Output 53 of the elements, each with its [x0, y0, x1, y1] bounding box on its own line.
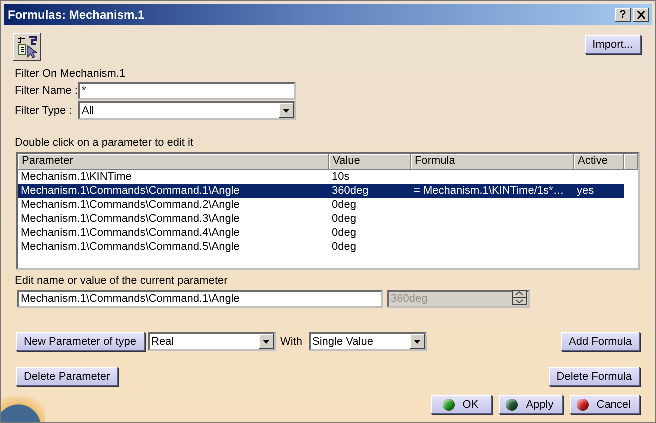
table-cell-text: 0deg	[331, 212, 356, 226]
table-row[interactable]: Mechanism.1\Commands\Command.1\Angle 360deg = Mechanism.1\KINTime/1s*… yes	[18, 184, 624, 198]
value-type-dropdown[interactable]: Single Value	[308, 332, 426, 351]
table-row[interactable]: Mechanism.1\Commands\Command.5\Angle 0deg	[18, 240, 624, 254]
corner-decoration-drawing	[1, 396, 45, 422]
table-row[interactable]: Mechanism.1\Commands\Command.3\Angle 0deg	[18, 212, 624, 226]
dialog-button[interactable]: OK	[431, 395, 492, 414]
table-cell-text: Mechanism.1\Commands\Command.4\Angle	[20, 226, 240, 240]
column-header[interactable]: Active	[574, 154, 624, 170]
close-icon	[636, 10, 646, 18]
import-button[interactable]: Import...	[584, 35, 641, 54]
filter-name-label: Filter Name :	[15, 85, 78, 97]
parameter-name-field[interactable]: Mechanism.1\Commands\Command.1\Angle	[17, 290, 383, 308]
dialog-button[interactable]: Apply	[499, 395, 563, 414]
editor-label: Edit name or value of the current parameter	[15, 275, 229, 288]
table-cell-text: 0deg	[331, 198, 356, 212]
table-cell-text: 10s	[331, 170, 350, 184]
new-parameter-button[interactable]: New Parameter of type	[16, 332, 144, 351]
filter-heading: Filter On Mechanism.1	[15, 68, 127, 81]
formula-tool-button[interactable]	[13, 33, 41, 61]
parameter-type-dropdown[interactable]: Real	[148, 332, 276, 351]
window-title: Formulas: Mechanism.1	[8, 8, 146, 22]
table-row[interactable]: Mechanism.1\Commands\Command.2\Angle 0deg	[18, 198, 624, 212]
table-caption: Double click on a parameter to edit it	[15, 137, 195, 150]
close-button[interactable]	[633, 8, 649, 22]
table-cell-text: yes	[576, 184, 594, 198]
table-cell-text: Mechanism.1\Commands\Command.3\Angle	[20, 212, 240, 226]
with-label: With	[280, 336, 302, 348]
help-button[interactable]: ?	[615, 8, 631, 22]
table-cell-text: Mechanism.1\Commands\Command.1\Angle	[20, 184, 240, 198]
filter-type-dropdown[interactable]: All	[78, 101, 296, 120]
dropdown-arrow-icon	[262, 340, 270, 344]
dropdown-arrow-icon	[414, 340, 420, 344]
table-row[interactable]: Mechanism.1\KINTime 10s	[18, 170, 624, 184]
table-cell-text: 0deg	[331, 226, 356, 240]
add-formula-button[interactable]: Add Formula	[561, 332, 640, 351]
table-cell-text: 360deg	[331, 184, 369, 198]
table-cell-text: 0deg	[331, 240, 356, 254]
parameter-list-icon	[16, 36, 38, 58]
dropdown-arrow-icon	[283, 108, 290, 112]
column-header[interactable]: Value	[329, 154, 411, 170]
delete-formula-button[interactable]: Delete Formula	[548, 367, 640, 386]
table-cell-text: = Mechanism.1\KINTime/1s*…	[413, 184, 564, 198]
delete-parameter-button[interactable]: Delete Parameter	[16, 367, 118, 386]
filter-type-label: Filter Type :	[15, 104, 74, 116]
table-row[interactable]: Mechanism.1\Commands\Command.4\Angle 0deg	[18, 226, 624, 240]
table-cell-text: Mechanism.1\Commands\Command.5\Angle	[20, 240, 240, 254]
filter-name-field[interactable]: *	[78, 82, 296, 100]
column-header[interactable]: Parameter	[18, 154, 329, 170]
table-cell-text: Mechanism.1\KINTime	[20, 170, 132, 184]
dialog-button[interactable]: Cancel	[570, 395, 640, 414]
column-header[interactable]: Formula	[411, 154, 574, 170]
table-cell-text: Mechanism.1\Commands\Command.2\Angle	[20, 198, 240, 212]
